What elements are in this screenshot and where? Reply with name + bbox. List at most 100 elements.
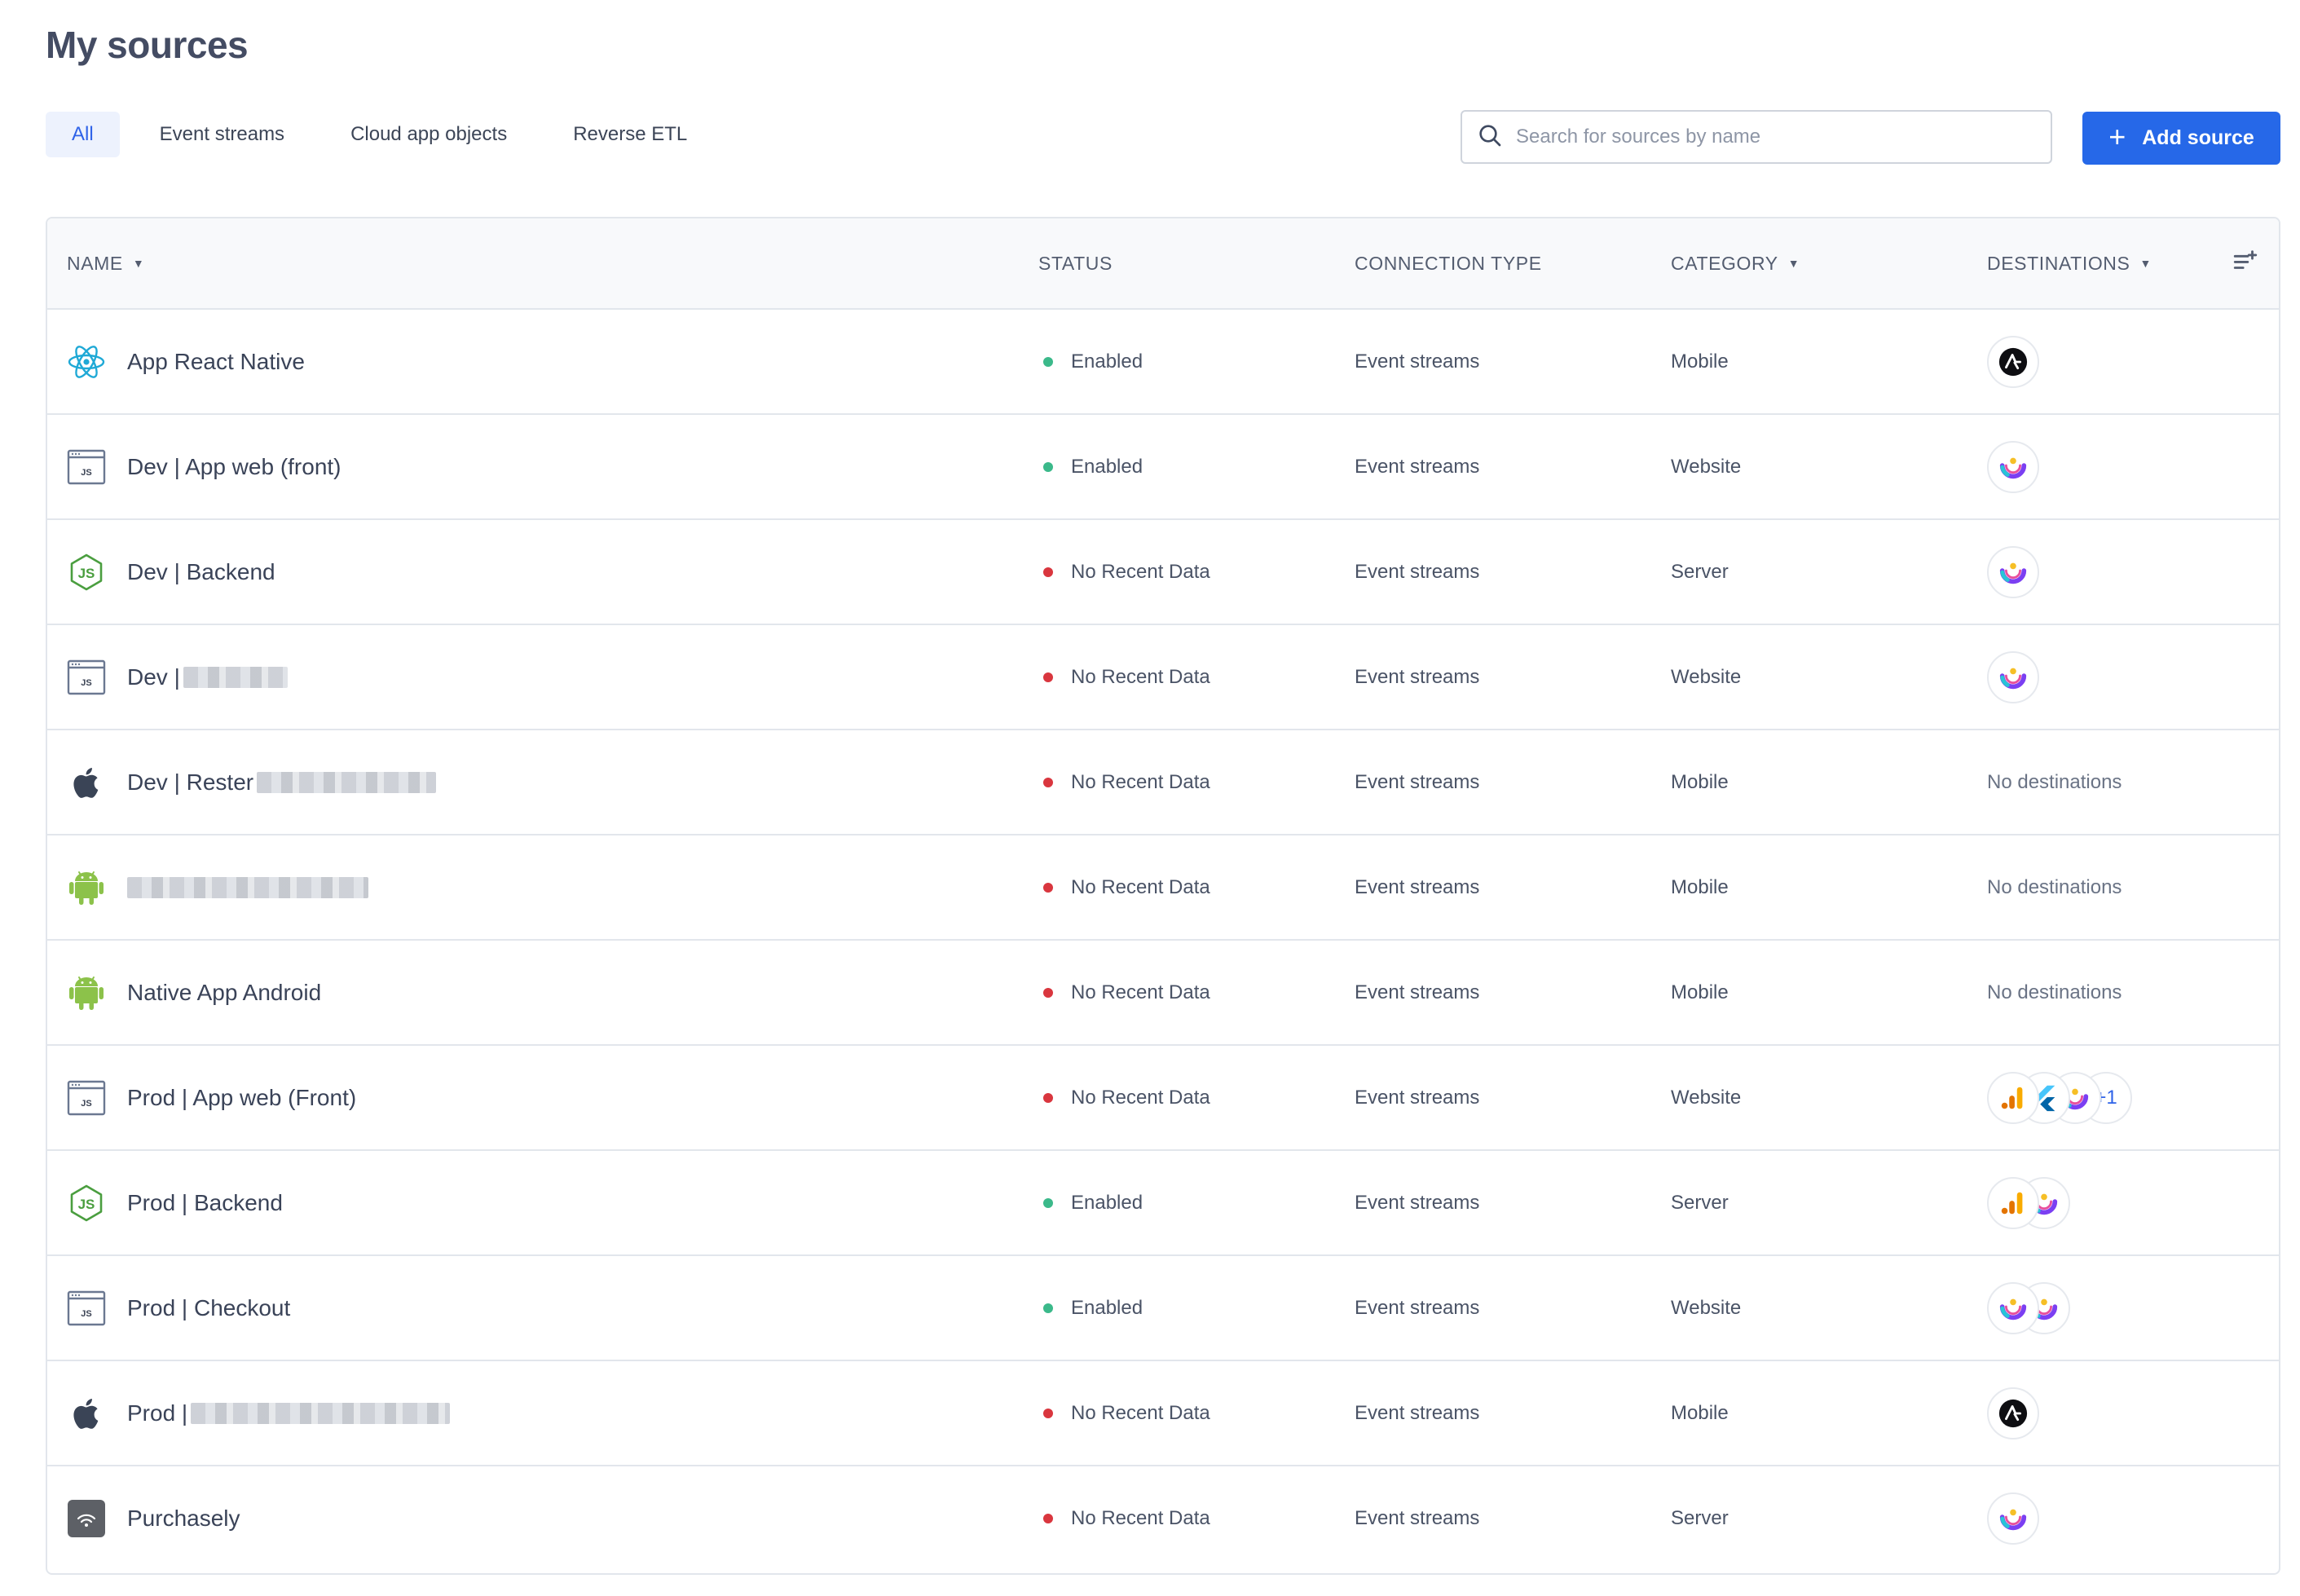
status-label: No Recent Data xyxy=(1071,981,1210,1003)
column-settings-button[interactable] xyxy=(2232,218,2259,308)
table-row[interactable]: Dev | Rester No Recent Data Event streams M… xyxy=(47,730,2279,835)
category-cell: Mobile xyxy=(1671,770,1729,793)
source-name-cell[interactable] xyxy=(67,835,368,939)
svg-text:JS: JS xyxy=(78,566,95,581)
header-name[interactable]: NAME ▼ xyxy=(67,218,144,308)
table-row[interactable]: JS Prod | Backend Enabled Event streams Serv… xyxy=(47,1151,2279,1256)
category-cell: Server xyxy=(1671,560,1729,583)
destinations-cell[interactable] xyxy=(1987,1151,2070,1254)
connection-type-cell: Event streams xyxy=(1355,455,1480,478)
source-name-cell[interactable]: Native App Android xyxy=(67,941,321,1044)
status-label: No Recent Data xyxy=(1071,770,1210,793)
source-name-cell[interactable]: Prod | xyxy=(67,1361,451,1465)
table-row[interactable]: JS Prod | Checkout Enabled Event streams Web… xyxy=(47,1256,2279,1361)
tab-all[interactable]: All xyxy=(46,112,120,157)
tab-cloud-app-objects[interactable]: Cloud app objects xyxy=(324,112,533,157)
status-dot xyxy=(1043,567,1053,577)
source-name-cell[interactable]: JS Prod | Backend xyxy=(67,1151,283,1254)
source-name: Dev | Rester xyxy=(127,769,254,795)
status-cell: No Recent Data xyxy=(1038,1046,1210,1149)
header-destinations[interactable]: DESTINATIONS ▼ xyxy=(1987,218,2152,308)
status-dot xyxy=(1043,461,1053,472)
destination-icons[interactable] xyxy=(1987,335,2039,388)
table-row[interactable]: App React Native Enabled Event streams Mobi… xyxy=(47,310,2279,415)
table-row[interactable]: JS Prod | App web (Front) No Recent Data Ev… xyxy=(47,1046,2279,1151)
source-name-cell[interactable]: Dev | Rester xyxy=(67,730,437,834)
status-cell: No Recent Data xyxy=(1038,1466,1210,1570)
status-dot xyxy=(1043,1408,1053,1418)
connection-type-cell: Event streams xyxy=(1355,875,1480,898)
category-cell: Server xyxy=(1671,1191,1729,1214)
destinations-cell[interactable] xyxy=(1987,1361,2039,1465)
source-name: Prod | Backend xyxy=(127,1189,283,1215)
tab-event-streams[interactable]: Event streams xyxy=(134,112,311,157)
table-row[interactable]: JS Dev | App web (front) Enabled Event stre… xyxy=(47,415,2279,520)
source-name-cell[interactable]: JS Dev | App web (front) xyxy=(67,415,341,518)
destinations-cell[interactable] xyxy=(1987,520,2039,624)
source-name-cell[interactable]: JS Prod | App web (Front) xyxy=(67,1046,356,1149)
table-row[interactable]: Purchasely No Recent Data Event streams Ser… xyxy=(47,1466,2279,1572)
destination-icons[interactable] xyxy=(1987,1281,2070,1334)
destinations-cell[interactable]: +1 xyxy=(1987,1046,2132,1149)
add-source-label: Add source xyxy=(2142,126,2254,149)
column-settings-icon xyxy=(2232,247,2259,280)
javascript-icon: JS xyxy=(67,658,106,697)
destination-icons[interactable] xyxy=(1987,1387,2039,1439)
header-status-label: STATUS xyxy=(1038,252,1113,274)
apple-icon xyxy=(67,1394,106,1433)
apple-icon xyxy=(67,763,106,802)
source-name: Prod | Checkout xyxy=(127,1294,291,1320)
add-source-button[interactable]: + Add source xyxy=(2082,112,2280,165)
status-label: Enabled xyxy=(1071,1296,1143,1319)
status-label: Enabled xyxy=(1071,1191,1143,1214)
status-dot xyxy=(1043,777,1053,787)
caret-down-icon: ▼ xyxy=(2139,257,2152,270)
source-name-cell[interactable]: JS Dev | xyxy=(67,625,288,729)
category-cell: Mobile xyxy=(1671,1401,1729,1424)
destinations-cell[interactable]: No destinations xyxy=(1987,835,2122,939)
table-row[interactable]: JS Dev | Backend No Recent Data Event strea… xyxy=(47,520,2279,625)
destination-icons[interactable] xyxy=(1987,1492,2039,1545)
destinations-cell[interactable]: No destinations xyxy=(1987,941,2122,1044)
category-cell: Mobile xyxy=(1671,981,1729,1003)
category-cell: Website xyxy=(1671,1296,1742,1319)
connection-type-cell: Event streams xyxy=(1355,1086,1480,1109)
destination-icons[interactable] xyxy=(1987,650,2039,703)
table-row[interactable]: Native App Android No Recent Data Event st… xyxy=(47,941,2279,1046)
search-input[interactable] xyxy=(1516,112,2051,162)
source-name-cell[interactable]: Purchasely xyxy=(67,1466,240,1570)
status-cell: Enabled xyxy=(1038,1151,1143,1254)
redacted-text xyxy=(191,1402,451,1424)
destinations-cell[interactable] xyxy=(1987,625,2039,729)
table-row[interactable]: Prod | No Recent Data Event streams Mobile xyxy=(47,1361,2279,1466)
destination-icons[interactable]: +1 xyxy=(1987,1071,2132,1124)
destination-icons[interactable] xyxy=(1987,545,2039,598)
status-label: No Recent Data xyxy=(1071,875,1210,898)
react-icon xyxy=(67,342,106,381)
javascript-icon: JS xyxy=(67,1289,106,1328)
redacted-text xyxy=(127,876,368,898)
header-category[interactable]: CATEGORY ▼ xyxy=(1671,218,1800,308)
table-row[interactable]: No Recent Data Event streams Mobile No dest… xyxy=(47,835,2279,941)
destinations-cell[interactable] xyxy=(1987,310,2039,413)
status-label: No Recent Data xyxy=(1071,1086,1210,1109)
status-dot xyxy=(1043,882,1053,893)
category-cell: Website xyxy=(1671,455,1742,478)
google-analytics-icon xyxy=(1987,1071,2039,1124)
svg-text:JS: JS xyxy=(81,678,91,688)
category-cell: Mobile xyxy=(1671,875,1729,898)
source-name-cell[interactable]: JS Dev | Backend xyxy=(67,520,275,624)
source-name-cell[interactable]: App React Native xyxy=(67,310,305,413)
connection-type-cell: Event streams xyxy=(1355,1191,1480,1214)
tab-reverse-etl[interactable]: Reverse ETL xyxy=(547,112,713,157)
destinations-cell[interactable]: No destinations xyxy=(1987,730,2122,834)
destination-icons[interactable] xyxy=(1987,1176,2070,1229)
destination-icons[interactable] xyxy=(1987,440,2039,493)
destinations-cell[interactable] xyxy=(1987,1256,2070,1360)
destinations-cell[interactable] xyxy=(1987,1466,2039,1570)
table-row[interactable]: JS Dev | No Recent Data Event streams Websit… xyxy=(47,625,2279,730)
source-name: App React Native xyxy=(127,348,305,374)
source-name-cell[interactable]: JS Prod | Checkout xyxy=(67,1256,290,1360)
status-label: No Recent Data xyxy=(1071,1506,1210,1529)
destinations-cell[interactable] xyxy=(1987,415,2039,518)
